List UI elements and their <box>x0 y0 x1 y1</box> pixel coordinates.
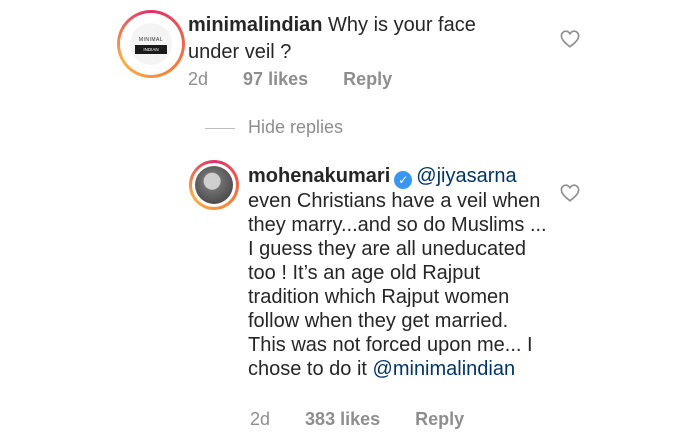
comment-username[interactable]: minimalindian <box>188 14 322 36</box>
reply-meta: 2d 383 likes Reply <box>250 409 494 430</box>
heart-icon[interactable] <box>560 184 580 202</box>
likes-count[interactable]: 383 likes <box>305 409 380 429</box>
reply-text: even Christians have a veil when they ma… <box>248 190 547 380</box>
reply-body: mohenakumari ✓ @jiyasarna even Christians … <box>248 164 548 381</box>
mention-link-end[interactable]: @minimalindian <box>373 358 516 380</box>
profile-photo <box>195 166 233 204</box>
reply-button[interactable]: Reply <box>415 409 464 429</box>
minimalindian-logo: MINIMAL INDIAN <box>130 23 172 65</box>
logo-text-bar: INDIAN <box>135 45 167 54</box>
avatar-mohenakumari[interactable] <box>189 160 239 210</box>
reply-button[interactable]: Reply <box>343 69 392 89</box>
mention-link[interactable]: @jiyasarna <box>416 165 516 187</box>
hide-replies-button[interactable]: Hide replies <box>248 117 343 138</box>
logo-text-top: MINIMAL <box>138 37 164 43</box>
comment-meta: 2d 97 likes Reply <box>188 69 422 90</box>
comment-time: 2d <box>188 69 209 89</box>
verified-badge-icon: ✓ <box>394 171 413 189</box>
divider-line <box>205 128 235 129</box>
likes-count[interactable]: 97 likes <box>243 69 308 89</box>
comment-body: minimalindian Why is your face under vei… <box>188 12 508 66</box>
avatar-minimalindian[interactable]: MINIMAL INDIAN <box>117 10 185 78</box>
reply-time: 2d <box>250 409 271 429</box>
reply-username[interactable]: mohenakumari <box>248 165 390 187</box>
heart-icon[interactable] <box>560 30 580 48</box>
